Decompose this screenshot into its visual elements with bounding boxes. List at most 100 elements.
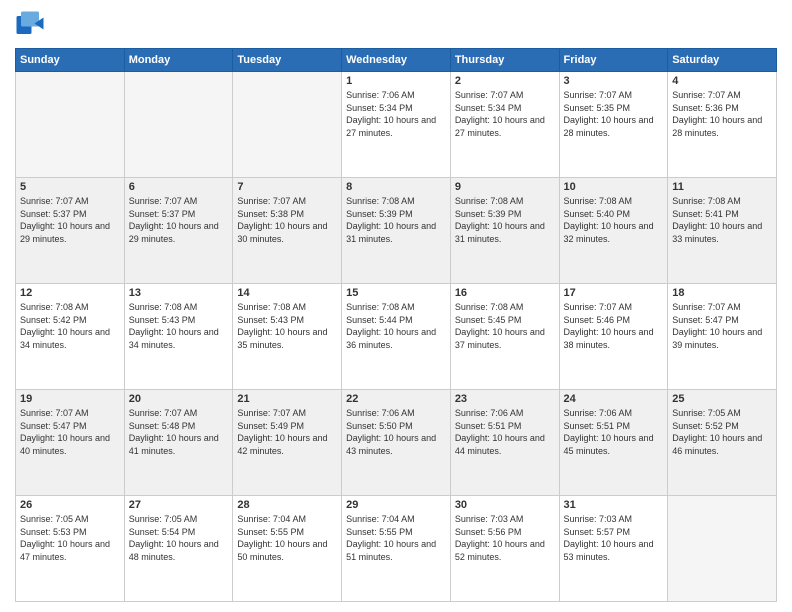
day-detail: Sunrise: 7:07 AM Sunset: 5:37 PM Dayligh… [129,195,229,245]
calendar-cell: 31 Sunrise: 7:03 AM Sunset: 5:57 PM Dayl… [559,496,668,602]
daylight-label: Daylight: 10 hours and 31 minutes. [455,221,545,244]
day-detail: Sunrise: 7:07 AM Sunset: 5:46 PM Dayligh… [564,301,664,351]
day-detail: Sunrise: 7:07 AM Sunset: 5:37 PM Dayligh… [20,195,120,245]
day-number: 10 [564,181,664,193]
sunrise-label: Sunrise: 7:08 AM [346,302,415,312]
daylight-label: Daylight: 10 hours and 40 minutes. [20,433,110,456]
page: SundayMondayTuesdayWednesdayThursdayFrid… [0,0,792,612]
sunset-label: Sunset: 5:34 PM [455,103,522,113]
day-detail: Sunrise: 7:07 AM Sunset: 5:49 PM Dayligh… [237,407,337,457]
sunset-label: Sunset: 5:38 PM [237,209,304,219]
day-detail: Sunrise: 7:07 AM Sunset: 5:35 PM Dayligh… [564,89,664,139]
weekday-header-thursday: Thursday [450,49,559,72]
day-detail: Sunrise: 7:08 AM Sunset: 5:43 PM Dayligh… [237,301,337,351]
sunset-label: Sunset: 5:36 PM [672,103,739,113]
day-detail: Sunrise: 7:08 AM Sunset: 5:40 PM Dayligh… [564,195,664,245]
sunrise-label: Sunrise: 7:08 AM [129,302,198,312]
day-detail: Sunrise: 7:08 AM Sunset: 5:39 PM Dayligh… [346,195,446,245]
day-detail: Sunrise: 7:06 AM Sunset: 5:51 PM Dayligh… [564,407,664,457]
day-number: 29 [346,499,446,511]
sunset-label: Sunset: 5:52 PM [672,421,739,431]
calendar-cell: 9 Sunrise: 7:08 AM Sunset: 5:39 PM Dayli… [450,178,559,284]
day-number: 14 [237,287,337,299]
day-number: 9 [455,181,555,193]
sunrise-label: Sunrise: 7:07 AM [672,302,741,312]
day-number: 24 [564,393,664,405]
sunset-label: Sunset: 5:35 PM [564,103,631,113]
sunrise-label: Sunrise: 7:07 AM [237,196,306,206]
sunset-label: Sunset: 5:42 PM [20,315,87,325]
daylight-label: Daylight: 10 hours and 37 minutes. [455,327,545,350]
calendar-cell: 26 Sunrise: 7:05 AM Sunset: 5:53 PM Dayl… [16,496,125,602]
daylight-label: Daylight: 10 hours and 34 minutes. [129,327,219,350]
calendar-cell: 2 Sunrise: 7:07 AM Sunset: 5:34 PM Dayli… [450,72,559,178]
daylight-label: Daylight: 10 hours and 34 minutes. [20,327,110,350]
sunset-label: Sunset: 5:45 PM [455,315,522,325]
calendar-cell: 5 Sunrise: 7:07 AM Sunset: 5:37 PM Dayli… [16,178,125,284]
calendar-cell [124,72,233,178]
weekday-header-saturday: Saturday [668,49,777,72]
sunrise-label: Sunrise: 7:05 AM [129,514,198,524]
daylight-label: Daylight: 10 hours and 46 minutes. [672,433,762,456]
sunset-label: Sunset: 5:39 PM [346,209,413,219]
calendar-cell: 3 Sunrise: 7:07 AM Sunset: 5:35 PM Dayli… [559,72,668,178]
day-detail: Sunrise: 7:08 AM Sunset: 5:43 PM Dayligh… [129,301,229,351]
sunrise-label: Sunrise: 7:07 AM [564,302,633,312]
daylight-label: Daylight: 10 hours and 45 minutes. [564,433,654,456]
sunset-label: Sunset: 5:47 PM [20,421,87,431]
sunrise-label: Sunrise: 7:08 AM [346,196,415,206]
daylight-label: Daylight: 10 hours and 29 minutes. [20,221,110,244]
sunrise-label: Sunrise: 7:06 AM [564,408,633,418]
calendar-cell: 17 Sunrise: 7:07 AM Sunset: 5:46 PM Dayl… [559,284,668,390]
day-number: 21 [237,393,337,405]
sunset-label: Sunset: 5:51 PM [564,421,631,431]
sunrise-label: Sunrise: 7:06 AM [346,408,415,418]
day-number: 2 [455,75,555,87]
calendar-cell: 12 Sunrise: 7:08 AM Sunset: 5:42 PM Dayl… [16,284,125,390]
sunrise-label: Sunrise: 7:08 AM [455,196,524,206]
sunrise-label: Sunrise: 7:05 AM [20,514,89,524]
calendar-cell: 16 Sunrise: 7:08 AM Sunset: 5:45 PM Dayl… [450,284,559,390]
sunrise-label: Sunrise: 7:04 AM [346,514,415,524]
day-number: 12 [20,287,120,299]
calendar-cell: 28 Sunrise: 7:04 AM Sunset: 5:55 PM Dayl… [233,496,342,602]
weekday-header-monday: Monday [124,49,233,72]
sunset-label: Sunset: 5:39 PM [455,209,522,219]
day-number: 5 [20,181,120,193]
calendar-header-row: SundayMondayTuesdayWednesdayThursdayFrid… [16,49,777,72]
calendar-cell: 27 Sunrise: 7:05 AM Sunset: 5:54 PM Dayl… [124,496,233,602]
sunrise-label: Sunrise: 7:07 AM [20,408,89,418]
day-detail: Sunrise: 7:08 AM Sunset: 5:42 PM Dayligh… [20,301,120,351]
calendar-cell: 15 Sunrise: 7:08 AM Sunset: 5:44 PM Dayl… [342,284,451,390]
day-number: 22 [346,393,446,405]
day-number: 6 [129,181,229,193]
daylight-label: Daylight: 10 hours and 29 minutes. [129,221,219,244]
day-detail: Sunrise: 7:05 AM Sunset: 5:54 PM Dayligh… [129,513,229,563]
sunset-label: Sunset: 5:40 PM [564,209,631,219]
calendar-cell: 29 Sunrise: 7:04 AM Sunset: 5:55 PM Dayl… [342,496,451,602]
sunrise-label: Sunrise: 7:07 AM [564,90,633,100]
day-number: 28 [237,499,337,511]
sunrise-label: Sunrise: 7:07 AM [237,408,306,418]
daylight-label: Daylight: 10 hours and 47 minutes. [20,539,110,562]
sunset-label: Sunset: 5:55 PM [346,527,413,537]
daylight-label: Daylight: 10 hours and 33 minutes. [672,221,762,244]
daylight-label: Daylight: 10 hours and 30 minutes. [237,221,327,244]
sunset-label: Sunset: 5:53 PM [20,527,87,537]
daylight-label: Daylight: 10 hours and 35 minutes. [237,327,327,350]
sunset-label: Sunset: 5:47 PM [672,315,739,325]
sunrise-label: Sunrise: 7:06 AM [346,90,415,100]
sunset-label: Sunset: 5:56 PM [455,527,522,537]
day-detail: Sunrise: 7:08 AM Sunset: 5:39 PM Dayligh… [455,195,555,245]
calendar-cell: 30 Sunrise: 7:03 AM Sunset: 5:56 PM Dayl… [450,496,559,602]
day-detail: Sunrise: 7:07 AM Sunset: 5:34 PM Dayligh… [455,89,555,139]
sunrise-label: Sunrise: 7:08 AM [237,302,306,312]
sunset-label: Sunset: 5:37 PM [20,209,87,219]
daylight-label: Daylight: 10 hours and 44 minutes. [455,433,545,456]
daylight-label: Daylight: 10 hours and 36 minutes. [346,327,436,350]
sunset-label: Sunset: 5:44 PM [346,315,413,325]
daylight-label: Daylight: 10 hours and 27 minutes. [455,115,545,138]
sunrise-label: Sunrise: 7:07 AM [20,196,89,206]
daylight-label: Daylight: 10 hours and 51 minutes. [346,539,436,562]
weekday-header-sunday: Sunday [16,49,125,72]
